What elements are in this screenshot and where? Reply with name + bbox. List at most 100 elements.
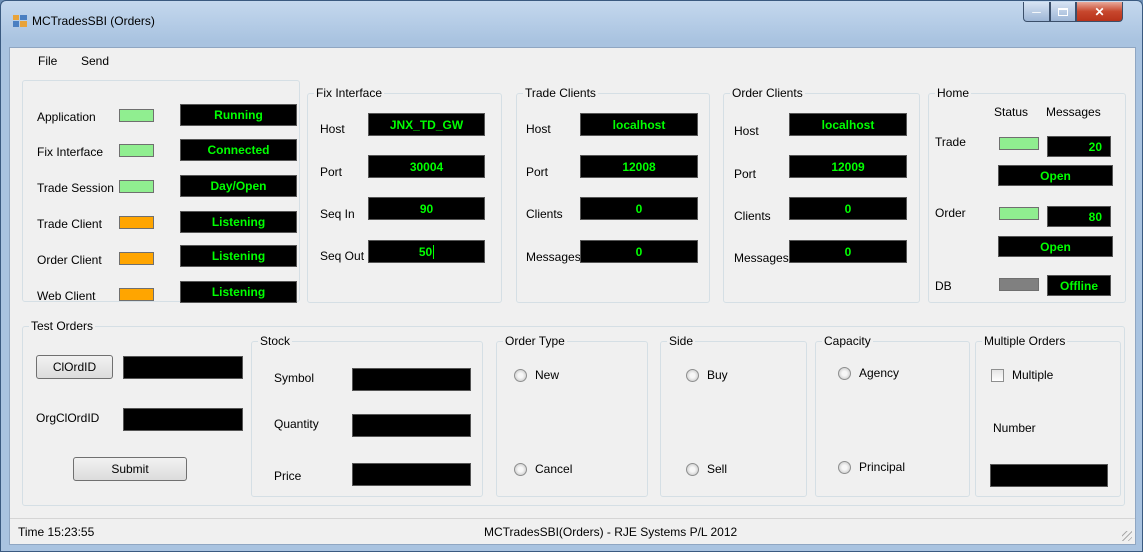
status-time: Time 15:23:55 [18,525,95,539]
orgclordid-label: OrgClOrdID [36,411,100,425]
symbol-field[interactable] [352,368,471,391]
order-clients-title: Order Clients [730,86,805,100]
order-clients-clients-label: Clients [734,209,771,223]
status-led-trade-session [119,180,154,193]
status-bar: Time 15:23:55 MCTradesSBI(Orders) - RJE … [10,518,1135,544]
menu-bar: File Send [10,48,1135,72]
order-clients-messages-field[interactable]: 0 [789,240,907,263]
side-title: Side [667,334,696,348]
status-label-order-client: Order Client [37,253,102,267]
order-type-group: Order Type New Cancel [496,334,648,497]
trade-clients-messages-label: Messages [526,250,581,264]
price-label: Price [274,469,302,483]
order-type-cancel-radio[interactable] [514,463,527,476]
status-led-fix-interface [119,144,154,157]
status-led-application [119,109,154,122]
price-field[interactable] [352,463,471,486]
stock-group: Stock Symbol Quantity Price [251,334,483,497]
capacity-title: Capacity [822,334,873,348]
menu-file[interactable]: File [38,54,57,68]
fix-host-label: Host [320,122,345,136]
fix-interface-title: Fix Interface [314,86,385,100]
order-type-new-radio[interactable] [514,369,527,382]
maximize-button[interactable] [1050,2,1076,22]
home-status-header: Status [994,105,1029,119]
fix-seqin-field[interactable]: 90 [368,197,485,220]
multiple-checkbox[interactable] [991,369,1004,382]
symbol-label: Symbol [274,371,315,385]
side-group: Side Buy Sell [660,334,807,497]
status-led-order-client [119,252,154,265]
status-panel: Application Running Fix Interface Connec… [22,80,300,303]
order-type-title: Order Type [503,334,567,348]
capacity-group: Capacity Agency Principal [815,334,970,497]
order-clients-port-label: Port [734,167,757,181]
clordid-button[interactable]: ClOrdID [36,355,113,379]
order-clients-host-field[interactable]: localhost [789,113,907,136]
side-sell-label[interactable]: Sell [707,462,727,476]
side-sell-radio[interactable] [686,463,699,476]
home-messages-header: Messages [1046,105,1101,119]
home-db-state: Offline [1047,275,1111,296]
client-area: File Send Application Running Fix Interf… [9,47,1136,545]
home-order-state: Open [998,236,1113,257]
capacity-principal-label[interactable]: Principal [859,460,905,474]
submit-button[interactable]: Submit [73,457,187,481]
orgclordid-field[interactable] [123,408,243,431]
status-value-web-client: Listening [180,281,297,303]
trade-clients-host-field[interactable]: localhost [580,113,698,136]
side-buy-label[interactable]: Buy [707,368,728,382]
trade-clients-title: Trade Clients [523,86,598,100]
resize-grip-icon[interactable] [1122,531,1132,541]
capacity-principal-radio[interactable] [838,461,851,474]
status-label-trade-session: Trade Session [37,181,114,195]
fix-seqin-label: Seq In [320,207,355,221]
status-value-application: Running [180,104,297,126]
home-order-led [999,207,1039,220]
order-type-cancel-label[interactable]: Cancel [535,462,572,476]
capacity-agency-label[interactable]: Agency [859,366,899,380]
status-copyright: MCTradesSBI(Orders) - RJE Systems P/L 20… [484,525,738,539]
order-clients-clients-field[interactable]: 0 [789,197,907,220]
menu-send[interactable]: Send [81,54,109,68]
capacity-agency-radio[interactable] [838,367,851,380]
status-value-trade-session: Day/Open [180,175,297,197]
stock-title: Stock [258,334,293,348]
home-title: Home [935,86,972,100]
minimize-icon: ─ [1032,4,1041,19]
side-buy-radio[interactable] [686,369,699,382]
test-orders-title: Test Orders [29,319,96,333]
text-caret [433,244,435,259]
trade-clients-host-label: Host [526,122,551,136]
fix-port-field[interactable]: 30004 [368,155,485,178]
minimize-button[interactable]: ─ [1023,2,1050,22]
number-field[interactable] [990,464,1108,487]
home-group: Home Status Messages Trade 20 Open Order… [928,86,1126,303]
order-clients-messages-label: Messages [734,251,789,265]
close-button[interactable]: ✕ [1076,2,1123,22]
app-window: MCTradesSBI (Orders) ─ ✕ File Send Appli… [0,0,1143,552]
multiple-label[interactable]: Multiple [1012,368,1053,382]
home-trade-label: Trade [935,135,966,149]
order-clients-port-field[interactable]: 12009 [789,155,907,178]
status-value-trade-client: Listening [180,211,297,233]
trade-clients-port-field[interactable]: 12008 [580,155,698,178]
quantity-label: Quantity [274,417,319,431]
order-type-new-label[interactable]: New [535,368,559,382]
fix-host-field[interactable]: JNX_TD_GW [368,113,485,136]
quantity-field[interactable] [352,414,471,437]
app-icon [13,15,27,27]
status-value-order-client: Listening [180,245,297,267]
home-order-messages: 80 [1047,206,1111,227]
clordid-field[interactable] [123,356,243,379]
fix-interface-group: Fix Interface Host JNX_TD_GW Port 30004 … [307,86,502,303]
status-led-web-client [119,288,154,301]
home-trade-led [999,137,1039,150]
fix-seqout-field[interactable]: 50 [368,240,485,263]
title-bar[interactable]: MCTradesSBI (Orders) ─ ✕ [1,1,1142,39]
trade-clients-clients-label: Clients [526,207,563,221]
home-trade-state: Open [998,165,1113,186]
fix-seqout-value: 50 [418,244,433,259]
trade-clients-clients-field[interactable]: 0 [580,197,698,220]
trade-clients-messages-field[interactable]: 0 [580,240,698,263]
